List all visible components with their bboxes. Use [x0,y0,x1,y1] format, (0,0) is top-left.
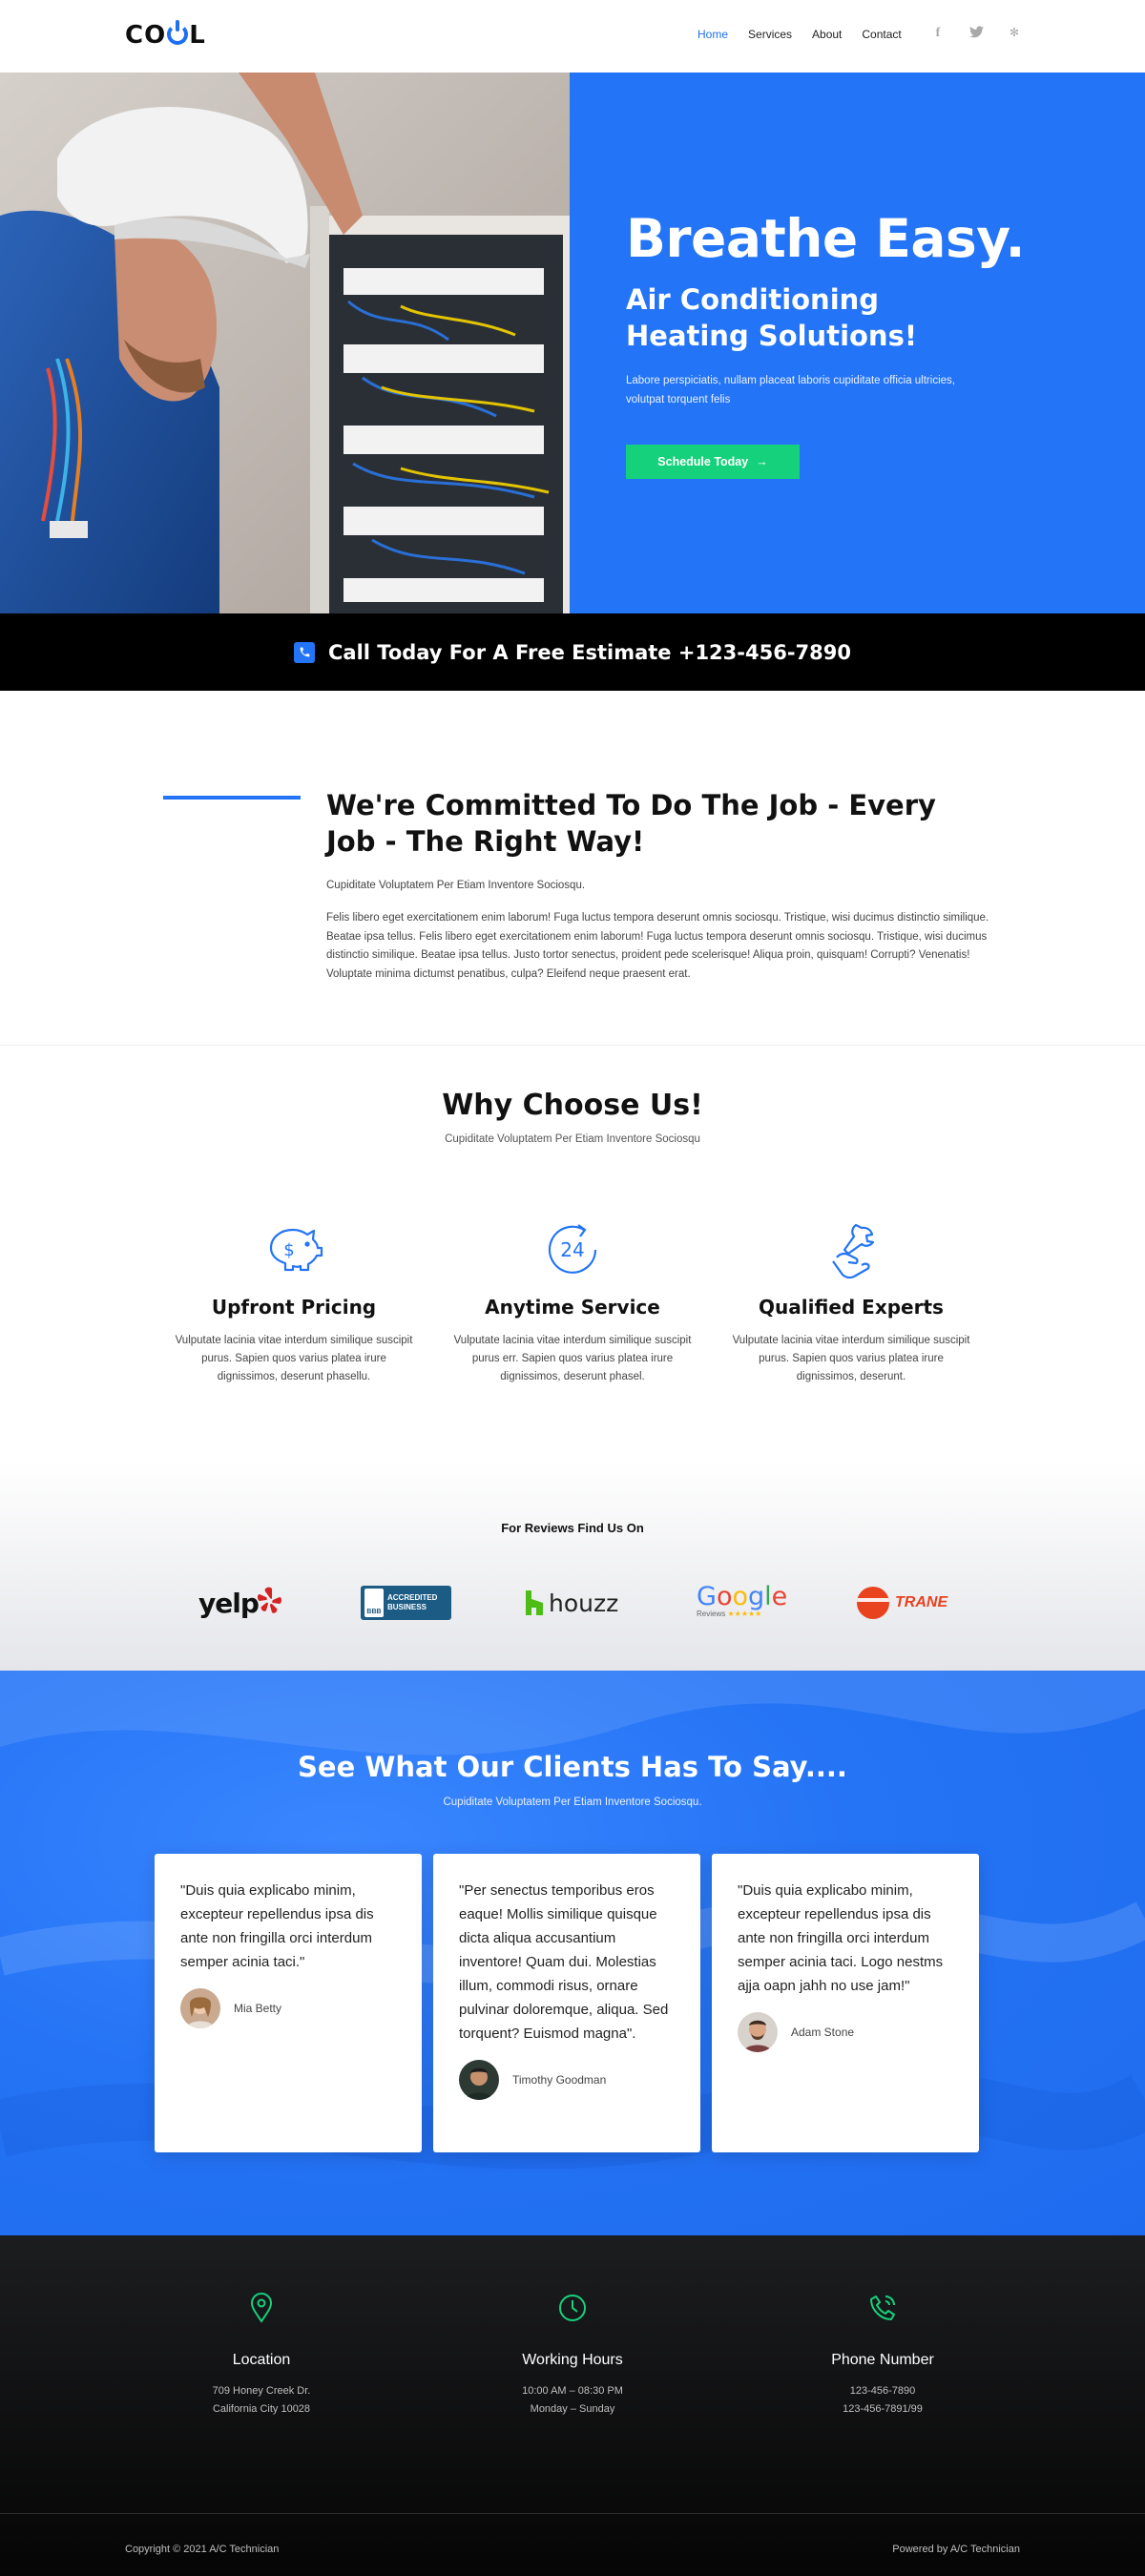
feature-title: Upfront Pricing [211,1296,377,1319]
trane-wordmark: TRANE [895,1594,948,1610]
testimonial-name: Adam Stone [791,2025,855,2039]
trane-logo[interactable]: TRANE [857,1584,947,1622]
nav-contact[interactable]: Contact [862,28,901,41]
footer-text: 709 Honey Creek Dr. California City 10028 [212,2385,311,2415]
svg-text:24: 24 [560,1238,584,1261]
arrow-right-icon: → [756,455,768,468]
bbb-text-top: ACCREDITED [387,1593,438,1602]
commitment-title: We're Committed To Do The Job - Every Jo… [326,789,936,858]
clock-icon [420,2293,725,2327]
footer-hours: Working Hours 10:00 AM – 08:30 PM Monday … [420,2293,725,2419]
footer-text: 10:00 AM – 08:30 PM Monday – Sunday [522,2385,623,2415]
yelp-burst-icon [257,1587,281,1613]
google-wordmark: Google [697,1582,788,1611]
avatar [180,1988,220,2028]
footer-title: Location [232,2352,291,2368]
trane-mark-icon [857,1587,889,1619]
call-text[interactable]: Call Today For A Free Estimate +123-456-… [328,641,851,664]
feature-text: Vulputate lacinia vitae interdum similiq… [732,1335,970,1382]
reviews-section: For Reviews Find Us On yelp BBB ACCREDIT… [0,1460,1145,1671]
houzz-wordmark: houzz [549,1589,619,1617]
testimonial-name: Mia Betty [234,2002,282,2015]
call-bar: Call Today For A Free Estimate +123-456-… [0,613,1145,691]
testimonial-card: "Per senectus temporibus eros eaque! Mol… [433,1854,700,2152]
testimonials-section: See What Our Clients Has To Say.... Cupi… [0,1671,1145,2235]
houzz-mark-icon [526,1590,543,1615]
piggy-bank-icon: $ [170,1221,418,1280]
location-pin-icon [109,2293,414,2327]
social-links: f ✻ [931,26,1021,41]
technician-photo [0,73,570,613]
yelp-wordmark: yelp [198,1587,260,1619]
testimonial-card: "Duis quia explicabo minim, excepteur re… [155,1854,422,2152]
facebook-icon[interactable]: f [931,26,945,41]
google-reviews-logo[interactable]: Google Reviews ★★★★★ [697,1584,787,1622]
clock-24-icon: 24 [448,1221,697,1280]
section-divider [0,1045,1145,1046]
bbb-mark: BBB [364,1589,384,1617]
power-icon [167,20,189,45]
avatar [459,2060,499,2100]
commitment-body: Felis libero eget exercitationem enim la… [326,912,989,980]
testimonial-quote: "Duis quia explicabo minim, excepteur re… [738,1882,944,1994]
testimonial-author: Timothy Goodman [459,2060,676,2100]
footer-location: Location 709 Honey Creek Dr. California C… [109,2293,414,2419]
site-footer: Location 709 Honey Creek Dr. California C… [0,2235,1145,2576]
bbb-logo[interactable]: BBB ACCREDITED BUSINESS [361,1584,451,1622]
houzz-logo[interactable]: houzz [526,1584,618,1622]
footer-text: 123-456-7890 123-456-7891/99 [843,2385,923,2415]
wrench-hand-icon [727,1221,975,1280]
testimonial-quote: "Duis quia explicabo minim, excepteur re… [180,1882,374,1970]
feature-text: Vulputate lacinia vitae interdum similiq… [453,1335,692,1382]
feature-title: Anytime Service [485,1296,660,1319]
footer-phone: Phone Number 123-456-7890 123-456-7891/99 [730,2293,1035,2419]
testimonial-author: Mia Betty [180,1988,397,2028]
reviews-title: For Reviews Find Us On [501,1521,644,1535]
phone-icon [294,641,315,663]
nav-services[interactable]: Services [748,28,792,41]
nav-about[interactable]: About [812,28,842,41]
testimonials-title: See What Our Clients Has To Say.... [298,1751,847,1783]
footer-title: Working Hours [522,2352,623,2368]
footer-divider [0,2513,1145,2514]
why-title: Why Choose Us! [442,1089,703,1122]
accent-line [163,796,301,800]
phone-ringing-icon [730,2293,1035,2327]
testimonial-card: "Duis quia explicabo minim, excepteur re… [712,1854,979,2152]
hero-section: Breathe Easy. Air Conditioning Heating S… [0,73,1145,613]
why-subtitle: Cupiditate Voluptatem Per Etiam Inventor… [445,1133,700,1145]
feature-text: Vulputate lacinia vitae interdum similiq… [175,1335,413,1382]
svg-text:$: $ [283,1240,294,1260]
feature-anytime-service: 24 Anytime Service Vulputate lacinia vit… [448,1221,697,1386]
twitter-icon[interactable] [969,26,984,41]
testimonials-subtitle: Cupiditate Voluptatem Per Etiam Inventor… [443,1797,702,1808]
feature-qualified-experts: Qualified Experts Vulputate lacinia vita… [727,1221,975,1386]
hero-subtitle: Air Conditioning Heating Solutions! [626,283,918,352]
main-nav: Home Services About Contact [697,28,922,41]
footer-title: Phone Number [831,2352,934,2368]
powered-by-text: Powered by A/C Technician [892,2544,1020,2555]
feature-title: Qualified Experts [759,1296,944,1319]
yelp-icon[interactable]: ✻ [1008,26,1021,41]
testimonial-name: Timothy Goodman [512,2073,607,2087]
avatar [738,2012,778,2052]
yelp-logo[interactable]: yelp [198,1584,281,1622]
google-reviews-stars: Reviews ★★★★★ [697,1610,762,1618]
testimonial-quote: "Per senectus temporibus eros eaque! Mol… [459,1882,669,2042]
site-header: CO L Home Services About Contact f ✻ [0,0,1145,73]
feature-upfront-pricing: $ Upfront Pricing Vulputate lacinia vita… [170,1221,418,1386]
site-logo[interactable]: CO L [125,20,206,50]
hero-title: Breathe Easy. [626,208,1025,269]
nav-home[interactable]: Home [697,28,728,41]
copyright-text: Copyright © 2021 A/C Technician [125,2544,280,2555]
testimonial-author: Adam Stone [738,2012,954,2052]
hero-description: Labore perspiciatis, nullam placeat labo… [626,375,955,405]
schedule-button-label: Schedule Today [657,455,749,468]
commitment-subtitle: Cupiditate Voluptatem Per Etiam Inventor… [326,880,586,891]
bbb-text-bottom: BUSINESS [387,1603,427,1611]
schedule-button[interactable]: Schedule Today → [626,445,800,479]
